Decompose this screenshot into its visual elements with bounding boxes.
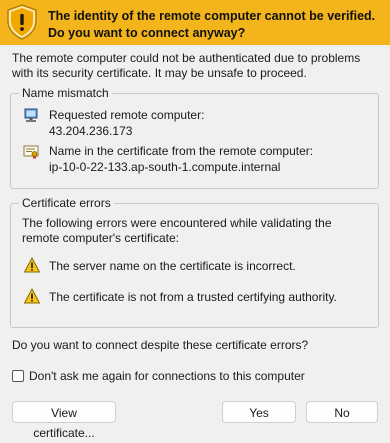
certificate-errors-group: Certificate errors The following errors … xyxy=(10,196,379,328)
dont-ask-again-label[interactable]: Don't ask me again for connections to th… xyxy=(29,369,305,384)
errors-description: The following errors were encountered wh… xyxy=(22,216,332,245)
error-item: The server name on the certificate is in… xyxy=(49,259,296,273)
requested-computer-label: Requested remote computer: xyxy=(49,108,205,122)
connect-question: Do you want to connect despite these cer… xyxy=(12,338,309,352)
intro-text: The remote computer could not be authent… xyxy=(12,51,361,80)
dialog-title: The identity of the remote computer cann… xyxy=(48,9,376,40)
no-button[interactable]: No xyxy=(306,401,378,423)
dont-ask-again-checkbox[interactable] xyxy=(12,370,24,382)
error-item: The certificate is not from a trusted ce… xyxy=(49,290,337,304)
computer-icon xyxy=(24,108,38,122)
requested-computer-value: 43.204.236.173 xyxy=(49,124,133,138)
warning-triangle-icon xyxy=(24,257,40,273)
name-mismatch-legend: Name mismatch xyxy=(19,86,112,101)
certificate-icon xyxy=(23,145,39,159)
warning-banner: The identity of the remote computer cann… xyxy=(0,0,390,45)
name-mismatch-group: Name mismatch Requested remote computer:… xyxy=(10,86,379,189)
certificate-errors-legend: Certificate errors xyxy=(19,196,114,211)
certificate-name-value: ip-10-0-22-133.ap-south-1.compute.intern… xyxy=(49,160,281,174)
yes-button[interactable]: Yes xyxy=(222,401,296,423)
warning-shield-icon xyxy=(7,4,37,40)
view-certificate-button[interactable]: View certificate... xyxy=(12,401,116,440)
warning-triangle-icon xyxy=(24,288,40,304)
certificate-name-label: Name in the certificate from the remote … xyxy=(49,144,314,158)
